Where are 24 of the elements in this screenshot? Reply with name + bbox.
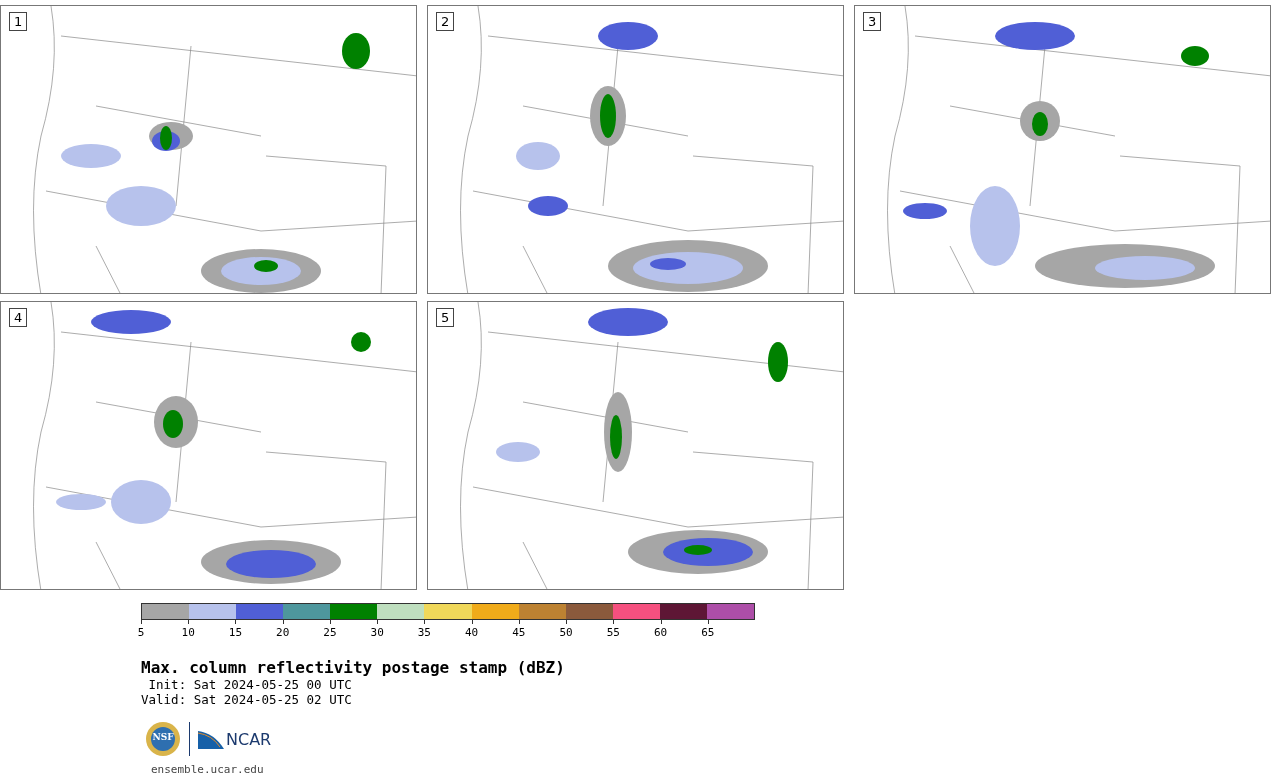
tick-label: 5 <box>137 626 145 639</box>
panel-number: 4 <box>9 308 28 327</box>
tick-label: 60 <box>653 626 668 639</box>
panel-number: 1 <box>9 12 28 31</box>
panel-number: 3 <box>863 12 882 31</box>
tick-label: 45 <box>512 626 526 639</box>
tick-label: 50 <box>559 626 573 639</box>
nsf-logo: NSF <box>145 721 181 757</box>
panel-number: 2 <box>436 12 455 31</box>
chart-title: Max. column reflectivity postage stamp (dBZ) <box>141 658 566 677</box>
ncar-logo: NCAR <box>198 729 272 749</box>
tick-label: 40 <box>465 626 479 639</box>
tick-label: 55 <box>606 626 620 639</box>
tick-label: 15 <box>228 626 243 639</box>
init-time: Init: Sat 2024-05-25 00 UTC <box>147 677 353 692</box>
tick-label: 20 <box>276 626 290 639</box>
tick-label: 25 <box>323 626 337 639</box>
tick-label: 30 <box>370 626 384 639</box>
tick-label: 65 <box>701 626 715 639</box>
tick-label: 35 <box>417 626 431 639</box>
website-url: ensemble.ucar.edu <box>151 763 265 773</box>
tick-label: 10 <box>181 626 195 639</box>
panel-number: 5 <box>436 308 455 327</box>
valid-time: Valid: Sat 2024-05-25 02 UTC <box>141 692 353 707</box>
